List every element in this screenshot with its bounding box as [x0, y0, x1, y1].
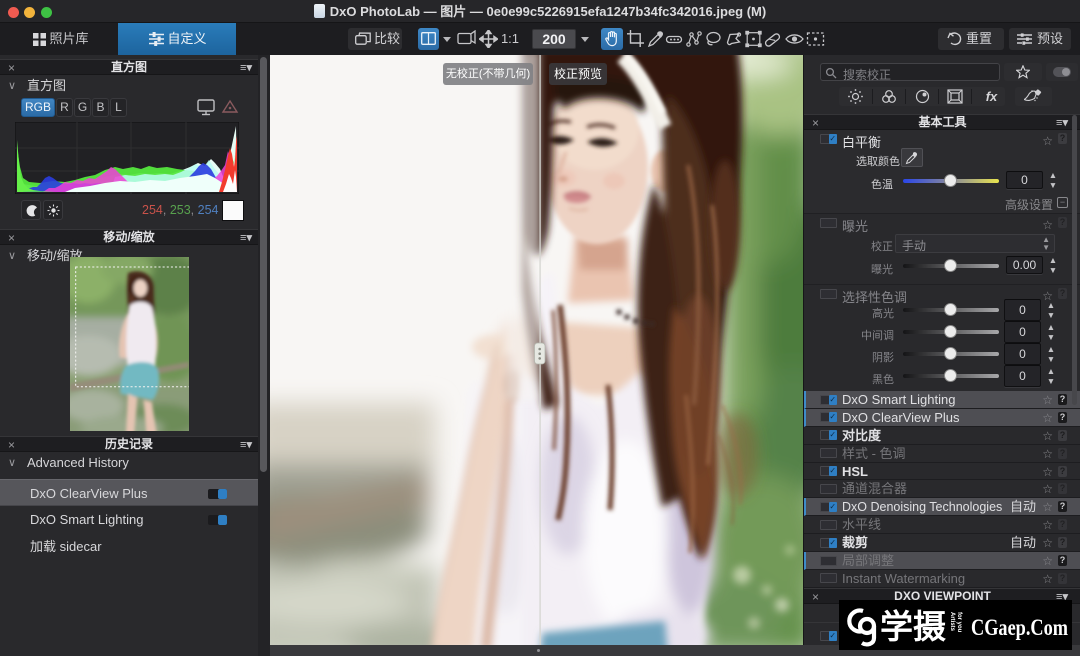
- svg-text:for you: for you: [956, 612, 962, 633]
- svg-text:CGaep.Com: CGaep.Com: [971, 615, 1068, 641]
- svg-text:学摄: 学摄: [880, 608, 946, 645]
- svg-text:Artists: Artists: [949, 612, 955, 632]
